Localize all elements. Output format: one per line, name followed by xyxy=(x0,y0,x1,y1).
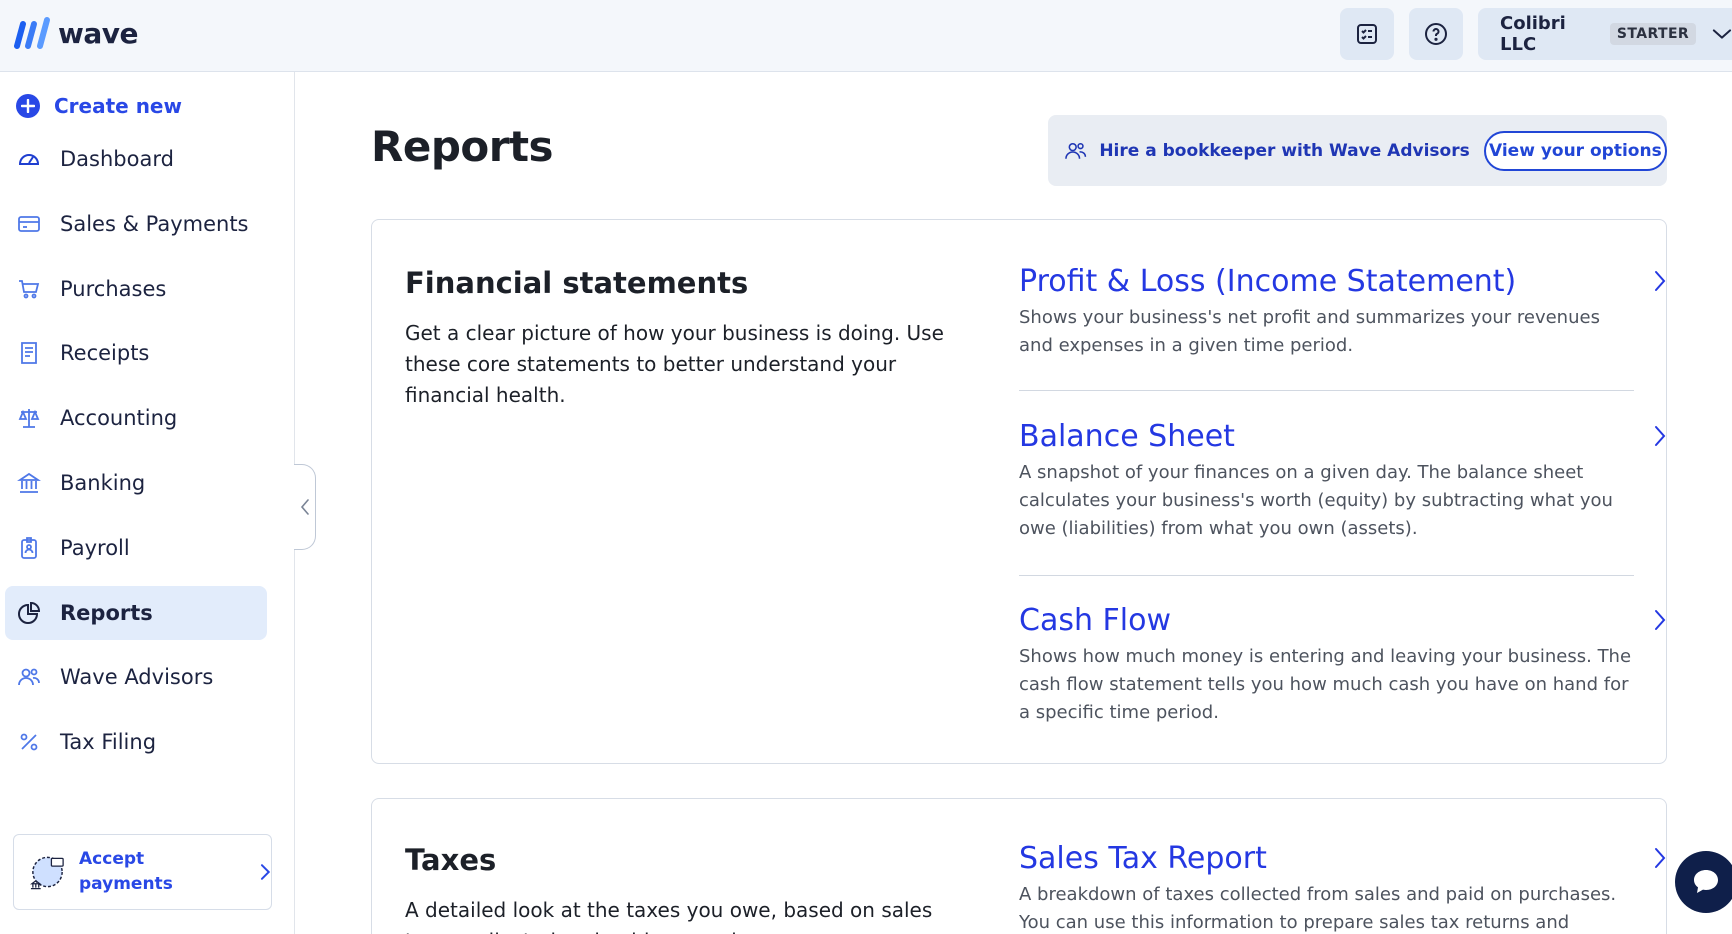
chevron-right-icon[interactable] xyxy=(1653,270,1667,292)
report-title[interactable]: Sales Tax Report xyxy=(1019,841,1634,876)
chevron-right-icon[interactable] xyxy=(1653,609,1667,631)
divider xyxy=(1019,575,1634,576)
sidebar-item-label: Dashboard xyxy=(60,147,174,171)
receipt-icon xyxy=(16,340,42,366)
report-title[interactable]: Balance Sheet xyxy=(1019,419,1634,454)
sidebar-item-label: Accounting xyxy=(60,406,178,430)
dashboard-icon xyxy=(16,146,42,172)
help-icon xyxy=(1425,23,1447,45)
top-bar: wave Colibri LLC STARTER xyxy=(0,0,1732,72)
badge-icon xyxy=(16,535,42,561)
sidebar-item-purchases[interactable]: Purchases xyxy=(5,262,267,316)
sidebar-item-tax-filing[interactable]: Tax Filing xyxy=(5,715,267,769)
checklist-icon xyxy=(1357,24,1377,44)
sidebar-item-receipts[interactable]: Receipts xyxy=(5,326,267,380)
sidebar-item-dashboard[interactable]: Dashboard xyxy=(5,132,267,186)
chat-button[interactable] xyxy=(1675,851,1732,913)
sidebar-item-accounting[interactable]: Accounting xyxy=(5,391,267,445)
report-profit-loss[interactable]: Profit & Loss (Income Statement) Shows y… xyxy=(1019,264,1666,360)
chevron-right-icon[interactable] xyxy=(1653,847,1667,869)
chevron-right-icon[interactable] xyxy=(1653,425,1667,447)
sidebar-item-label: Tax Filing xyxy=(60,730,157,754)
sidebar-item-banking[interactable]: Banking xyxy=(5,456,267,510)
report-title[interactable]: Cash Flow xyxy=(1019,603,1634,638)
financial-statements-card: Financial statements Get a clear picture… xyxy=(371,219,1667,764)
logo-text: wave xyxy=(58,16,139,50)
section-description: Get a clear picture of how your business… xyxy=(405,321,944,407)
report-sales-tax[interactable]: Sales Tax Report A breakdown of taxes co… xyxy=(1019,841,1666,934)
plus-icon xyxy=(16,94,40,118)
wave-logo-icon xyxy=(14,17,50,49)
sidebar-item-sales-payments[interactable]: Sales & Payments xyxy=(5,197,267,251)
chevron-left-icon xyxy=(300,499,309,515)
sidebar-item-label: Receipts xyxy=(60,341,150,365)
percent-icon xyxy=(16,729,42,755)
sidebar-item-label: Purchases xyxy=(60,277,167,301)
report-cash-flow[interactable]: Cash Flow Shows how much money is enteri… xyxy=(1019,603,1666,727)
reports-icon xyxy=(16,600,42,626)
scale-icon xyxy=(16,405,42,431)
sidebar-item-label: Wave Advisors xyxy=(60,665,214,689)
advisors-icon xyxy=(16,664,42,690)
help-button[interactable] xyxy=(1409,8,1463,60)
report-description: Shows your business's net profit and sum… xyxy=(1019,307,1600,356)
wave-logo[interactable]: wave xyxy=(14,16,139,50)
sidebar-item-label: Reports xyxy=(60,601,153,625)
page-title: Reports xyxy=(371,122,554,171)
sidebar-collapse-toggle[interactable] xyxy=(294,464,316,550)
sidebar-item-label: Sales & Payments xyxy=(60,212,249,236)
sidebar-item-label: Banking xyxy=(60,471,146,495)
company-name: Colibri LLC xyxy=(1500,13,1566,55)
report-balance-sheet[interactable]: Balance Sheet A snapshot of your finance… xyxy=(1019,419,1666,543)
chat-bubble-icon xyxy=(1694,870,1718,893)
advisor-banner-text[interactable]: Hire a bookkeeper with Wave Advisors xyxy=(1099,141,1469,161)
report-description: Shows how much money is entering and lea… xyxy=(1019,646,1632,723)
chevron-right-icon xyxy=(261,864,271,880)
report-description: A breakdown of taxes collected from sale… xyxy=(1019,884,1617,933)
sidebar-item-wave-advisors[interactable]: Wave Advisors xyxy=(5,650,267,704)
create-new-label: Create new xyxy=(54,94,182,118)
section-description: A detailed look at the taxes you owe, ba… xyxy=(405,898,933,934)
cart-icon xyxy=(16,276,42,302)
divider xyxy=(1019,390,1634,391)
sidebar-item-label: Payroll xyxy=(60,536,130,560)
advisors-icon xyxy=(1065,142,1087,159)
view-options-button[interactable]: View your options xyxy=(1483,130,1667,171)
sidebar: Create new Dashboard Sales & Payments Pu… xyxy=(0,72,295,934)
advisor-banner: Hire a bookkeeper with Wave Advisors Vie… xyxy=(1048,115,1667,186)
chevron-down-icon xyxy=(1712,29,1732,39)
checklist-button[interactable] xyxy=(1340,8,1394,60)
accept-payments-label: Accept payments xyxy=(79,849,173,894)
create-new-button[interactable]: Create new xyxy=(16,94,182,118)
sidebar-item-payroll[interactable]: Payroll xyxy=(5,521,267,575)
report-description: A snapshot of your finances on a given d… xyxy=(1019,462,1613,539)
accept-payments-card[interactable]: Accept payments xyxy=(13,834,272,910)
sidebar-item-reports[interactable]: Reports xyxy=(5,586,267,640)
section-title: Financial statements xyxy=(405,266,749,300)
credit-card-icon xyxy=(16,211,42,237)
taxes-card: Taxes A detailed look at the taxes you o… xyxy=(371,798,1667,934)
plan-badge: STARTER xyxy=(1609,23,1697,45)
section-title: Taxes xyxy=(405,843,497,877)
company-switcher[interactable]: Colibri LLC STARTER xyxy=(1478,8,1732,60)
payments-icon xyxy=(29,856,64,890)
report-title[interactable]: Profit & Loss (Income Statement) xyxy=(1019,264,1634,299)
bank-icon xyxy=(16,470,42,496)
